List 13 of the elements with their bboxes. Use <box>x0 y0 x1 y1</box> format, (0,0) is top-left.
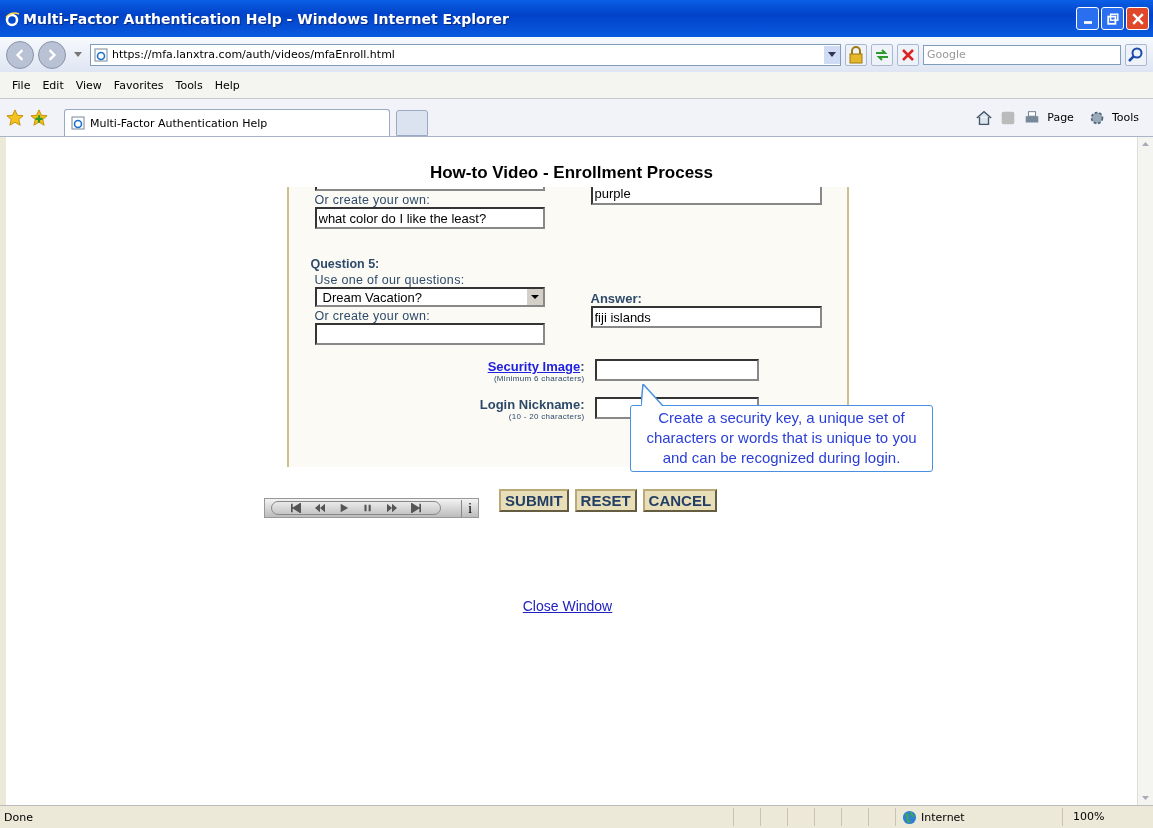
field-label: Login Nickname: <box>479 397 585 412</box>
url-text: https://mfa.lanxtra.com/auth/videos/mfaEnroll.html <box>112 48 395 61</box>
question-heading: Question 5: <box>310 257 381 271</box>
answer-label: Answer: <box>590 291 643 306</box>
field-label: Use one of our questions: <box>314 273 466 287</box>
label-colon: : <box>580 359 585 374</box>
window-title: Multi-Factor Authentication Help - Windows Internet Explorer <box>23 10 510 27</box>
status-text: Done <box>3 810 34 824</box>
field-hint: (Minimum 6 characters) <box>493 374 585 383</box>
security-zone: Internet <box>921 810 965 824</box>
field-hint: (10 - 20 characters) <box>508 412 585 421</box>
field-label: Or create your own: <box>314 309 431 323</box>
field-label: Or create your own: <box>314 193 431 207</box>
